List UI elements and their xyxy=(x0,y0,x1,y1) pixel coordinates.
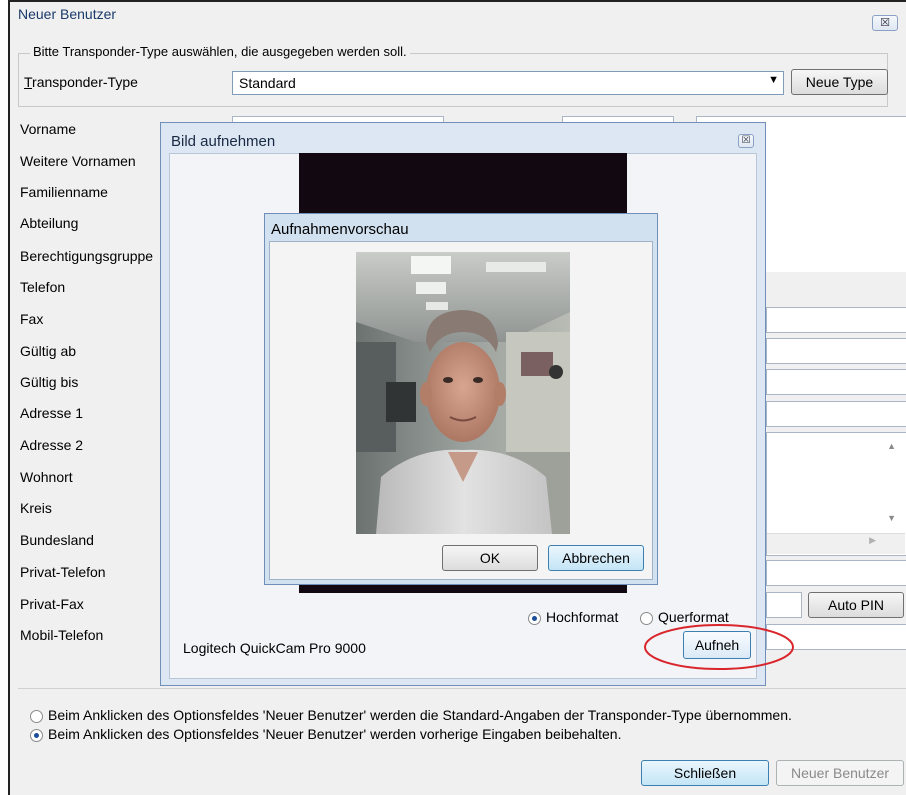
captured-photo xyxy=(356,252,570,534)
field-label-adresse-2: Adresse 2 xyxy=(20,437,84,453)
ok-button[interactable]: OK xyxy=(442,545,538,571)
pin-field[interactable] xyxy=(766,592,802,618)
option-standard-label[interactable]: Beim Anklicken des Optionsfeldes 'Neuer … xyxy=(48,707,792,723)
option-previous-radio[interactable] xyxy=(30,729,43,742)
field-label-gueltig-ab: Gültig ab xyxy=(20,343,77,359)
fax-field[interactable] xyxy=(766,307,906,333)
horizontal-scrollbar[interactable] xyxy=(767,533,905,554)
field-label-kreis: Kreis xyxy=(20,500,52,516)
field-label-privat-fax: Privat-Fax xyxy=(20,596,84,612)
field-label-adresse-1: Adresse 1 xyxy=(20,405,84,421)
field-label-mobil-telefon: Mobil-Telefon xyxy=(20,627,104,643)
chevron-down-icon: ▼ xyxy=(768,74,779,86)
field-label-familienname: Familienname xyxy=(20,184,108,200)
scroll-right-icon[interactable]: ▶ xyxy=(869,535,876,546)
auto-pin-button[interactable]: Auto PIN xyxy=(808,592,904,618)
transponder-type-label: Transponder-Type xyxy=(24,74,138,90)
privat-telefon-field[interactable] xyxy=(766,560,906,586)
cancel-button[interactable]: Abbrechen xyxy=(548,545,644,571)
highlight-circle xyxy=(644,624,794,670)
adresse-2-textarea[interactable]: ▲ ▼ ▶ xyxy=(766,432,906,556)
new-type-button[interactable]: Neue Type xyxy=(791,69,888,95)
field-label-gueltig-bis: Gültig bis xyxy=(20,374,79,390)
scroll-down-icon[interactable]: ▼ xyxy=(887,513,896,523)
window-title: Neuer Benutzer xyxy=(18,6,117,22)
option-standard-radio[interactable] xyxy=(30,710,43,723)
preview-dialog-title: Aufnahmenvorschau xyxy=(271,221,409,238)
group-legend: Bitte Transponder-Type auswählen, die au… xyxy=(30,44,410,59)
scroll-up-icon[interactable]: ▲ xyxy=(887,441,896,451)
field-label-berechtigungsgruppe: Berechtigungsgruppe xyxy=(20,248,154,264)
field-label-bundesland: Bundesland xyxy=(20,532,94,548)
camera-name: Logitech QuickCam Pro 9000 xyxy=(183,640,366,656)
transponder-type-select[interactable]: Standard ▼ xyxy=(232,71,784,95)
gueltig-ab-field[interactable] xyxy=(766,338,906,364)
portrait-radio[interactable] xyxy=(528,612,541,625)
portrait-label[interactable]: Hochformat xyxy=(546,609,618,625)
field-label-weitere-vornamen: Weitere Vornamen xyxy=(20,153,136,169)
close-icon[interactable]: ☒ xyxy=(738,134,754,148)
field-label-telefon: Telefon xyxy=(20,279,66,295)
transponder-type-value: Standard xyxy=(239,75,296,91)
adresse-1-field[interactable] xyxy=(766,401,906,427)
option-previous-label[interactable]: Beim Anklicken des Optionsfeldes 'Neuer … xyxy=(48,726,621,742)
close-button[interactable]: Schließen xyxy=(641,760,769,786)
field-label-privat-telefon: Privat-Telefon xyxy=(20,564,106,580)
field-label-abteilung: Abteilung xyxy=(20,215,79,231)
new-user-button[interactable]: Neuer Benutzer xyxy=(776,760,904,786)
field-label-wohnort: Wohnort xyxy=(20,469,73,485)
capture-dialog-title: Bild aufnehmen xyxy=(171,133,276,150)
separator xyxy=(18,688,906,689)
close-icon[interactable]: ☒ xyxy=(872,15,898,31)
field-label-fax: Fax xyxy=(20,311,44,327)
field-label-vorname: Vorname xyxy=(20,121,77,137)
gueltig-bis-field[interactable] xyxy=(766,369,906,395)
